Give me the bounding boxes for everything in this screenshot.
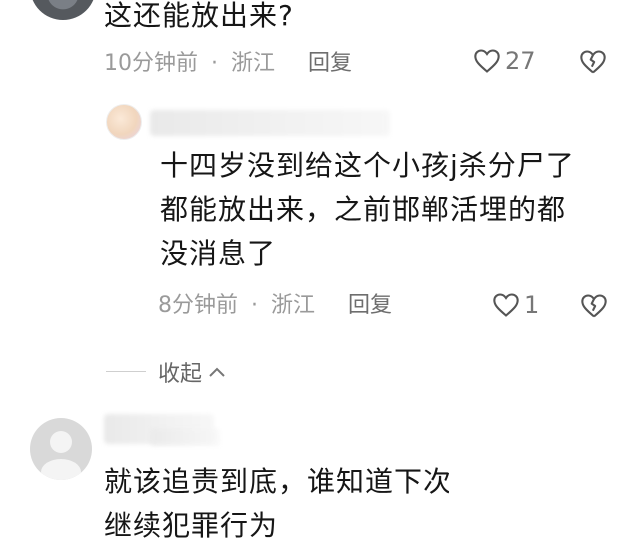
reply-avatar[interactable] <box>106 104 142 140</box>
comment-meta: 10分钟前 · 浙江 回复 <box>104 49 352 79</box>
like-count: 27 <box>505 47 536 75</box>
comment-text-line: 就该追责到底，谁知道下次 <box>104 465 449 498</box>
reply-location: 浙江 <box>271 293 316 318</box>
avatar[interactable] <box>30 418 92 480</box>
reply-button[interactable]: 回复 <box>348 293 392 318</box>
collapse-divider <box>106 371 146 372</box>
comment-text-line: 继续犯罪行为 <box>104 509 279 542</box>
comment-text: 这还能放出来? <box>104 0 294 32</box>
redacted-username-tail <box>150 428 220 446</box>
avatar[interactable] <box>30 0 96 20</box>
comment-time: 10分钟前 <box>104 51 198 76</box>
heart-outline-icon <box>473 48 501 74</box>
meta-separator: · <box>211 51 218 76</box>
collapse-button[interactable]: 收起 <box>158 356 226 388</box>
meta-separator: · <box>251 293 258 318</box>
reply-text: 十四岁没到给这个小孩j杀分尸了 都能放出来，之前邯郸活埋的都 没消息了 <box>160 144 575 276</box>
broken-heart-icon[interactable] <box>579 49 607 75</box>
broken-heart-icon[interactable] <box>580 293 608 319</box>
reply-text-line: 没消息了 <box>160 237 277 270</box>
reply-text-line: 都能放出来，之前邯郸活埋的都 <box>160 193 567 226</box>
collapse-label: 收起 <box>158 362 203 387</box>
like-button[interactable]: 27 <box>473 47 536 75</box>
comment-location: 浙江 <box>231 51 276 76</box>
reply-time: 8分钟前 <box>158 293 238 318</box>
reply-text-line: 十四岁没到给这个小孩j杀分尸了 <box>160 149 575 182</box>
comment-text: 就该追责到底，谁知道下次 继续犯罪行为 <box>104 460 449 548</box>
chevron-up-icon <box>208 366 226 378</box>
heart-outline-icon <box>492 292 520 318</box>
reply-button[interactable]: 回复 <box>308 51 352 76</box>
like-button[interactable]: 1 <box>492 291 539 319</box>
reply-meta: 8分钟前 · 浙江 回复 <box>158 291 392 321</box>
like-count: 1 <box>524 291 540 319</box>
redacted-username <box>150 110 390 136</box>
